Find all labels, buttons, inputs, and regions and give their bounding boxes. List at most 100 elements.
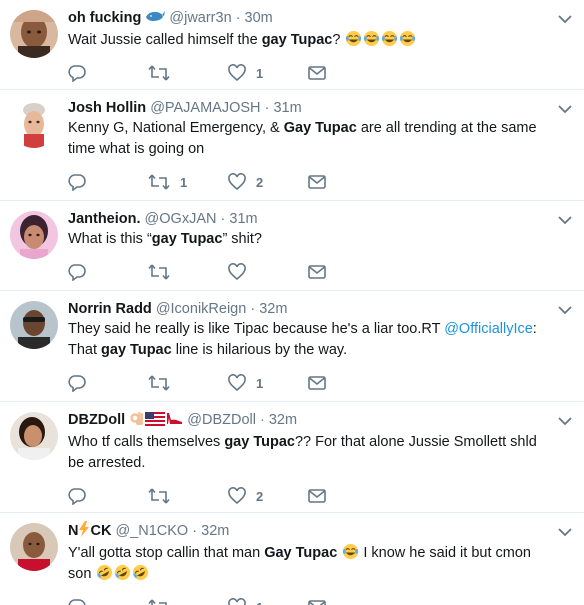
chevron-down-icon[interactable] bbox=[558, 14, 572, 24]
avatar[interactable] bbox=[10, 301, 58, 349]
direct-message-button[interactable] bbox=[308, 599, 336, 605]
envelope-icon bbox=[308, 600, 326, 605]
retweet-button[interactable] bbox=[148, 263, 228, 281]
chevron-down-icon[interactable] bbox=[558, 215, 572, 225]
timestamp[interactable]: 32m bbox=[269, 412, 297, 428]
timestamp[interactable]: 30m bbox=[245, 10, 273, 26]
reply-button[interactable] bbox=[68, 263, 148, 281]
avatar[interactable] bbox=[10, 10, 58, 58]
us-flag-icon bbox=[145, 412, 166, 432]
tweet-text: Kenny G, National Emergency, & Gay Tupac… bbox=[68, 120, 537, 157]
tweet[interactable]: DBZDoll @DBZDoll · 32m Who tf calls them… bbox=[0, 402, 584, 513]
tears-of-joy-icon bbox=[346, 30, 362, 47]
reply-icon bbox=[68, 65, 86, 82]
reply-button[interactable] bbox=[68, 374, 148, 392]
avatar[interactable] bbox=[10, 523, 58, 571]
reply-button[interactable] bbox=[68, 487, 148, 505]
tweet-actions: 1 bbox=[68, 62, 568, 84]
handle[interactable]: @IconikReign bbox=[156, 301, 246, 317]
tears-of-joy-icon bbox=[400, 30, 416, 47]
rofl-icon bbox=[115, 564, 131, 581]
retweet-button[interactable] bbox=[148, 598, 228, 605]
chevron-down-icon[interactable] bbox=[558, 527, 572, 537]
tweet-header: Jantheion. @OGxJAN · 31m bbox=[68, 209, 568, 229]
reply-icon bbox=[68, 264, 86, 281]
like-button[interactable]: 1 bbox=[228, 598, 308, 605]
tweet-actions: 1 bbox=[68, 596, 568, 605]
separator: · bbox=[264, 100, 270, 116]
retweet-button[interactable] bbox=[148, 487, 228, 505]
display-name[interactable]: N CK bbox=[68, 521, 111, 539]
display-name[interactable]: Josh Hollin bbox=[68, 100, 146, 116]
handle[interactable]: @PAJAMAJOSH bbox=[150, 100, 260, 116]
tweet-header: Josh Hollin @PAJAMAJOSH · 31m bbox=[68, 98, 568, 118]
ok-hand-icon bbox=[129, 410, 145, 432]
chevron-down-icon[interactable] bbox=[558, 416, 572, 426]
avatar[interactable] bbox=[10, 211, 58, 259]
rofl-icon bbox=[97, 564, 113, 581]
like-button[interactable]: 2 bbox=[228, 173, 308, 191]
timestamp[interactable]: 31m bbox=[229, 211, 257, 227]
direct-message-button[interactable] bbox=[308, 174, 336, 190]
reply-button[interactable] bbox=[68, 173, 148, 191]
tweet-text: Who tf calls themselves gay Tupac?? For … bbox=[68, 434, 537, 471]
like-button[interactable]: 1 bbox=[228, 64, 308, 82]
envelope-icon bbox=[308, 265, 326, 279]
display-name[interactable]: Jantheion. bbox=[68, 211, 141, 227]
rofl-icon bbox=[133, 564, 149, 581]
chevron-down-icon[interactable] bbox=[558, 305, 572, 315]
display-name[interactable]: Norrin Radd bbox=[68, 301, 152, 317]
handle[interactable]: @OGxJAN bbox=[145, 211, 217, 227]
reply-button[interactable] bbox=[68, 598, 148, 605]
chevron-down-icon[interactable] bbox=[558, 104, 572, 114]
high-heel-icon bbox=[165, 410, 183, 432]
display-name[interactable]: oh fucking bbox=[68, 10, 141, 26]
tweet-actions: 1 2 bbox=[68, 171, 568, 193]
handle[interactable]: @DBZDoll bbox=[187, 412, 256, 428]
reply-button[interactable] bbox=[68, 64, 148, 82]
tweet-text: What is this “gay Tupac” shit? bbox=[68, 231, 262, 247]
timestamp[interactable]: 31m bbox=[273, 100, 301, 116]
mention-link[interactable]: @OfficiallyIce bbox=[444, 321, 533, 337]
avatar[interactable] bbox=[10, 412, 58, 460]
retweet-button[interactable] bbox=[148, 374, 228, 392]
like-button[interactable] bbox=[228, 263, 308, 281]
handle[interactable]: @jwarr3n bbox=[169, 10, 231, 26]
envelope-icon bbox=[308, 489, 326, 503]
reply-icon bbox=[68, 174, 86, 191]
handle[interactable]: @_N1CKO bbox=[115, 523, 188, 539]
like-button[interactable]: 1 bbox=[228, 374, 308, 392]
separator: · bbox=[192, 523, 198, 539]
direct-message-button[interactable] bbox=[308, 65, 336, 81]
retweet-icon bbox=[148, 375, 170, 391]
tweet[interactable]: Jantheion. @OGxJAN · 31m What is this “g… bbox=[0, 201, 584, 291]
retweet-button[interactable] bbox=[148, 64, 228, 82]
timestamp[interactable]: 32m bbox=[259, 301, 287, 317]
tweet[interactable]: N CK @_N1CKO · 32m Y'all gotta stop calli… bbox=[0, 513, 584, 605]
tweet[interactable]: Norrin Radd @IconikReign · 32m They said… bbox=[0, 291, 584, 402]
direct-message-button[interactable] bbox=[308, 375, 336, 391]
tears-of-joy-icon bbox=[382, 30, 398, 47]
retweet-icon bbox=[148, 65, 170, 81]
tweet-text: They said he really is like Tipac becaus… bbox=[68, 321, 537, 358]
separator: · bbox=[235, 10, 241, 26]
tears-of-joy-icon bbox=[343, 543, 359, 560]
retweet-button[interactable]: 1 bbox=[148, 173, 228, 191]
heart-icon bbox=[228, 173, 246, 191]
heart-icon bbox=[228, 598, 246, 605]
reply-icon bbox=[68, 599, 86, 605]
like-button[interactable]: 2 bbox=[228, 487, 308, 505]
retweet-icon bbox=[148, 488, 170, 504]
whale-icon bbox=[145, 8, 166, 30]
display-name[interactable]: DBZDoll bbox=[68, 412, 125, 428]
heart-icon bbox=[228, 64, 246, 82]
tweet[interactable]: Josh Hollin @PAJAMAJOSH · 31m Kenny G, N… bbox=[0, 90, 584, 201]
direct-message-button[interactable] bbox=[308, 488, 336, 504]
separator: · bbox=[259, 412, 265, 428]
direct-message-button[interactable] bbox=[308, 264, 336, 280]
avatar[interactable] bbox=[10, 100, 58, 148]
timestamp[interactable]: 32m bbox=[201, 523, 229, 539]
tears-of-joy-icon bbox=[364, 30, 380, 47]
tweet[interactable]: oh fucking @jwarr3n · 30m Wait Jussie ca… bbox=[0, 0, 584, 90]
tweet-text: Y'all gotta stop callin that man Gay Tup… bbox=[68, 543, 531, 582]
